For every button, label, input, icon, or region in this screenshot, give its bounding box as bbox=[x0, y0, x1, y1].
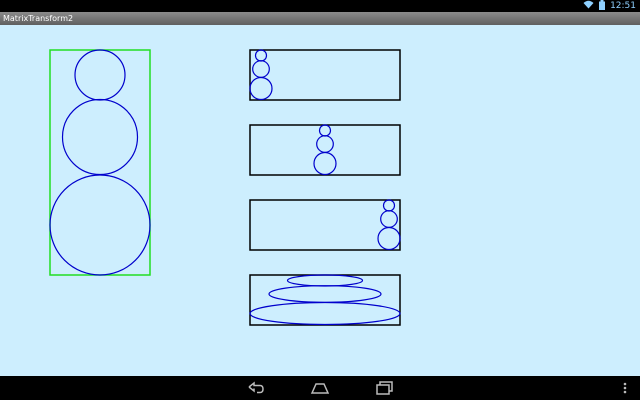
thumb-stretch-ellipse-large bbox=[249, 301, 401, 326]
back-icon[interactable] bbox=[246, 380, 266, 400]
wifi-icon bbox=[583, 0, 594, 12]
clock: 12:51 bbox=[610, 1, 636, 11]
thumb-left-circle-large bbox=[249, 76, 273, 101]
thumb-right-circle-medium bbox=[380, 210, 398, 228]
thumb-stretch-ellipse-medium bbox=[268, 285, 382, 303]
thumb-left-circle-small bbox=[254, 49, 268, 62]
main-circle-large bbox=[49, 174, 151, 276]
status-bar: 12:51 bbox=[0, 0, 640, 12]
app-title-bar: MatrixTransform2 bbox=[0, 12, 640, 25]
thumb-center-circle-medium bbox=[316, 135, 334, 153]
thumb-right-circle-large bbox=[377, 226, 401, 251]
thumb-stretch-ellipse-small bbox=[286, 274, 364, 287]
battery-icon bbox=[599, 0, 606, 13]
overflow-menu-icon[interactable] bbox=[622, 380, 628, 400]
thumbnail-frame-center bbox=[249, 124, 401, 176]
app-title: MatrixTransform2 bbox=[3, 14, 74, 23]
thumbnail-frame-stretched bbox=[249, 274, 401, 326]
home-icon[interactable] bbox=[310, 380, 330, 400]
thumb-center-circle-small bbox=[318, 124, 332, 137]
navigation-bar bbox=[0, 376, 640, 400]
thumbnail-frame-left bbox=[249, 49, 401, 101]
main-frame bbox=[49, 49, 151, 276]
transform-drawing bbox=[49, 49, 401, 326]
thumb-right-circle-small bbox=[382, 199, 396, 212]
thumb-left-circle-medium bbox=[252, 60, 270, 78]
recent-apps-icon[interactable] bbox=[374, 380, 394, 400]
status-icons: 12:51 bbox=[583, 0, 636, 12]
thumbnail-frame-right bbox=[249, 199, 401, 251]
drawing-canvas bbox=[0, 25, 640, 376]
main-circle-small bbox=[74, 49, 126, 101]
main-circle-medium bbox=[61, 98, 139, 176]
thumb-center-circle-large bbox=[313, 151, 337, 176]
